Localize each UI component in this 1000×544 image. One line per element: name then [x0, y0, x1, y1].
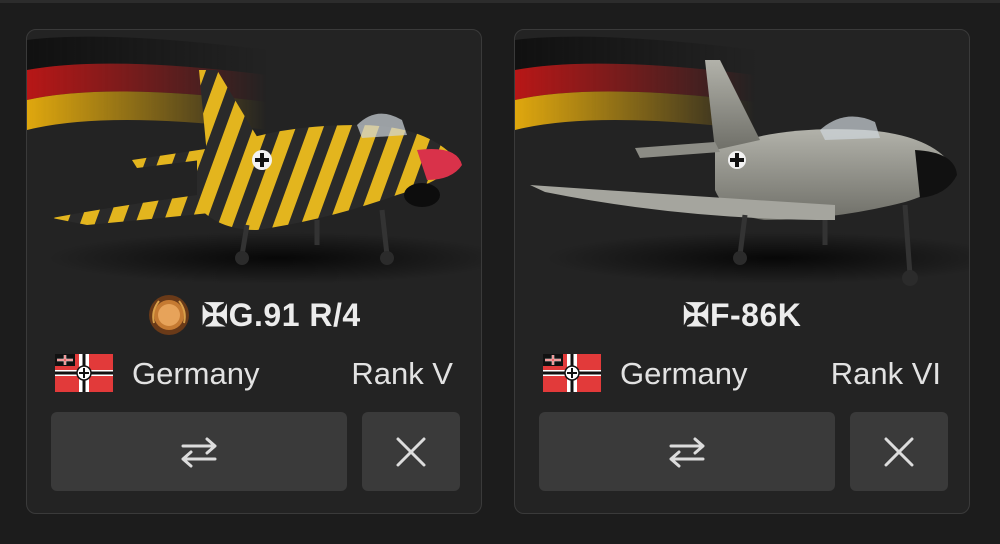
vehicle-title-row: ✠G.91 R/4: [27, 292, 481, 338]
swap-arrows-icon: [181, 437, 217, 467]
medal-icon: [149, 295, 190, 335]
vehicle-card-f86k[interactable]: ✠F-86K Germany Rank VI: [514, 29, 970, 514]
vehicle-card-g91[interactable]: ✠G.91 R/4 Germany Rank V: [26, 29, 482, 514]
vehicle-country: Germany: [620, 356, 748, 391]
swap-vehicle-button[interactable]: [539, 412, 835, 491]
germany-flag-icon: [55, 354, 113, 392]
vehicle-name: ✠F-86K: [682, 297, 802, 333]
germany-flag-icon: [543, 354, 601, 392]
vehicle-info-row: Germany Rank V: [55, 350, 453, 394]
g91-aircraft-image: [27, 36, 481, 284]
vehicle-info-row: Germany Rank VI: [543, 350, 941, 394]
close-icon: [884, 437, 914, 466]
vehicle-rank: Rank VI: [830, 356, 941, 391]
vehicle-image: [515, 30, 969, 300]
vehicle-title-row: ✠F-86K: [515, 292, 969, 338]
close-icon: [396, 437, 426, 466]
vehicle-rank: Rank V: [351, 356, 453, 391]
f86k-aircraft-image: [515, 36, 969, 286]
swap-arrows-icon: [669, 437, 705, 467]
remove-vehicle-button[interactable]: [850, 412, 948, 491]
vehicle-image: [27, 30, 481, 300]
swap-vehicle-button[interactable]: [51, 412, 347, 491]
top-divider: [0, 0, 1000, 3]
remove-vehicle-button[interactable]: [362, 412, 460, 491]
vehicle-country: Germany: [132, 356, 260, 391]
vehicle-name: ✠G.91 R/4: [201, 297, 361, 333]
